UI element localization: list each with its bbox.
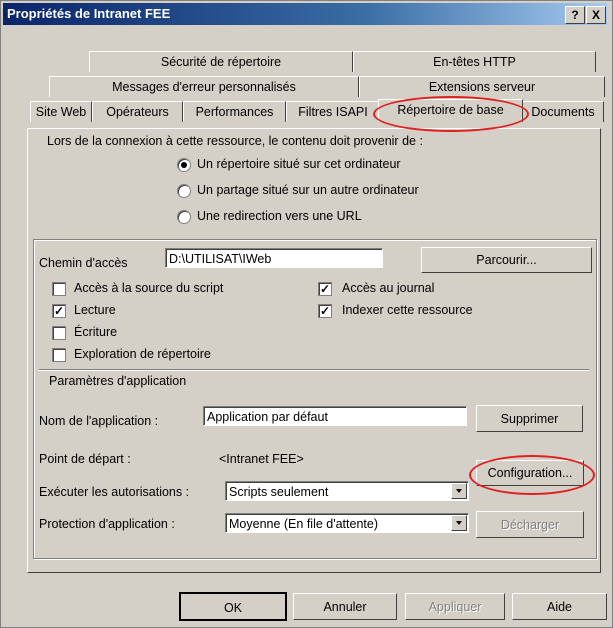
properties-dialog: Propriétés de Intranet FEE ? X Sécurité …: [0, 0, 613, 628]
radio-selected-dot: [181, 162, 187, 168]
start-point-value: <Intranet FEE>: [219, 452, 304, 466]
protection-select[interactable]: Moyenne (En file d'attente): [225, 513, 469, 533]
app-name-label: Nom de l'application :: [39, 414, 159, 428]
tab-web-site[interactable]: Site Web: [30, 101, 92, 122]
path-label: Chemin d'accès: [39, 256, 128, 270]
tab-performance[interactable]: Performances: [183, 101, 286, 122]
radio-url-redirect-label[interactable]: Une redirection vers une URL: [197, 209, 362, 223]
browse-button[interactable]: Parcourir...: [421, 247, 592, 273]
checkbox-index-resource[interactable]: ✓: [318, 304, 332, 318]
radio-url-redirect[interactable]: [177, 210, 191, 224]
tab-operators[interactable]: Opérateurs: [92, 101, 183, 122]
exec-permissions-select[interactable]: Scripts seulement: [225, 481, 469, 501]
cancel-button[interactable]: Annuler: [293, 593, 397, 620]
directory-browsing-label[interactable]: Exploration de répertoire: [74, 347, 211, 361]
tab-isapi-filters[interactable]: Filtres ISAPI: [286, 101, 380, 122]
log-access-label[interactable]: Accès au journal: [342, 281, 434, 295]
exec-permissions-value: Scripts seulement: [229, 485, 329, 499]
window-title: Propriétés de Intranet FEE: [7, 6, 171, 21]
remove-button[interactable]: Supprimer: [476, 405, 583, 432]
configuration-button[interactable]: Configuration...: [476, 460, 584, 486]
read-label[interactable]: Lecture: [74, 303, 116, 317]
checkbox-script-source-access[interactable]: [52, 282, 66, 296]
ok-button[interactable]: OK: [179, 592, 287, 621]
chevron-down-icon[interactable]: [451, 515, 467, 531]
close-title-button[interactable]: X: [586, 6, 606, 24]
radio-local-directory-label[interactable]: Un répertoire situé sur cet ordinateur: [197, 157, 401, 171]
content-source-prompt: Lors de la connexion à cette ressource, …: [47, 134, 423, 148]
chevron-down-icon[interactable]: [451, 483, 467, 499]
unload-button: Décharger: [476, 511, 584, 538]
checkbox-log-access[interactable]: ✓: [318, 282, 332, 296]
script-source-access-label[interactable]: Accès à la source du script: [74, 281, 223, 295]
app-name-input[interactable]: Application par défaut: [203, 406, 467, 426]
tab-directory-security[interactable]: Sécurité de répertoire: [89, 51, 353, 72]
help-title-button[interactable]: ?: [565, 6, 585, 24]
start-point-label: Point de départ :: [39, 452, 131, 466]
tab-home-directory[interactable]: Répertoire de base: [378, 99, 523, 122]
tab-custom-errors[interactable]: Messages d'erreur personnalisés: [49, 76, 359, 97]
tab-http-headers[interactable]: En-têtes HTTP: [353, 51, 596, 72]
checkbox-write[interactable]: [52, 326, 66, 340]
radio-network-share[interactable]: [177, 184, 191, 198]
app-settings-separator: [39, 369, 589, 371]
help-button[interactable]: Aide: [512, 593, 607, 620]
app-settings-label: Paramètres d'application: [49, 374, 187, 388]
protection-label: Protection d'application :: [39, 517, 175, 531]
path-input[interactable]: D:\UTILISAT\IWeb: [165, 248, 383, 268]
checkbox-directory-browsing[interactable]: [52, 348, 66, 362]
tab-documents[interactable]: Documents: [522, 101, 604, 122]
write-label[interactable]: Écriture: [74, 325, 117, 339]
apply-button: Appliquer: [405, 593, 505, 620]
radio-network-share-label[interactable]: Un partage situé sur un autre ordinateur: [197, 183, 419, 197]
exec-permissions-label: Exécuter les autorisations :: [39, 485, 190, 499]
radio-local-directory[interactable]: [177, 158, 191, 172]
checkbox-read[interactable]: ✓: [52, 304, 66, 318]
protection-value: Moyenne (En file d'attente): [229, 517, 378, 531]
title-bar: Propriétés de Intranet FEE ? X: [3, 3, 607, 25]
tab-server-extensions[interactable]: Extensions serveur: [359, 76, 605, 97]
index-resource-label[interactable]: Indexer cette ressource: [342, 303, 473, 317]
